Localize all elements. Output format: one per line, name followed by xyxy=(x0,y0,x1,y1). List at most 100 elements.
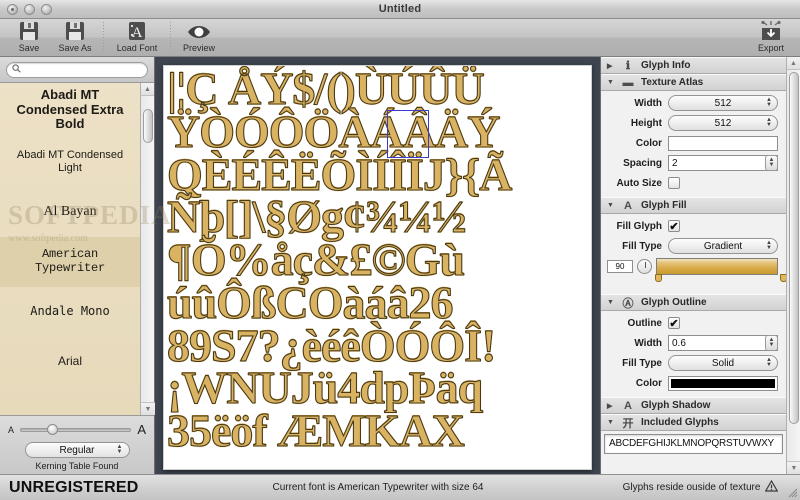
chevron-updown-icon: ▲ ▼ xyxy=(116,444,123,455)
font-list-item[interactable]: Abadi MT Condensed Extra Bold xyxy=(0,83,140,137)
gradient-stop[interactable] xyxy=(655,274,662,282)
scrollbar-thumb[interactable] xyxy=(789,72,799,424)
chevron-right-icon[interactable]: ▶ xyxy=(607,402,615,410)
atlas-width-popup[interactable]: 512 ▲ ▼ xyxy=(668,95,778,111)
section-title: Included Glyphs xyxy=(641,417,719,428)
registration-status: UNREGISTERED xyxy=(9,478,139,496)
chevron-updown-icon: ▲ ▼ xyxy=(766,97,772,108)
export-button[interactable]: Export xyxy=(748,20,794,53)
close-button[interactable] xyxy=(7,3,18,15)
chevron-down-icon[interactable]: ▼ xyxy=(607,202,615,209)
glyph-canvas[interactable]: |¦Ç ÅÝ$/()ÙÚÛÜ ŸÒÓÔÖÀÁÂÄÝ QÈÉÊËÕÌÍÎÏJ}{Ã… xyxy=(155,57,601,474)
chevron-down-icon[interactable]: ▼ xyxy=(607,79,615,86)
chevron-right-icon[interactable]: ▶ xyxy=(607,62,615,70)
resize-grip[interactable] xyxy=(786,486,798,498)
sidebar-controls: A A Regular ▲ ▼ Kerning Table Found xyxy=(0,416,154,474)
gradient-angle-dial[interactable] xyxy=(637,259,652,274)
chevron-down-icon[interactable]: ▼ xyxy=(607,419,615,426)
search-input[interactable] xyxy=(24,64,142,75)
section-header-included-glyphs[interactable]: ▼ 开 Included Glyphs xyxy=(601,414,786,431)
glyph-selection-box[interactable] xyxy=(387,110,429,158)
letter-a-icon: A xyxy=(624,199,632,212)
load-font-button[interactable]: A Load Font xyxy=(109,20,165,53)
section-header-texture-atlas[interactable]: ▼ ▬ Texture Atlas xyxy=(601,74,786,91)
fill-type-popup[interactable]: Gradient ▲ ▼ xyxy=(668,238,778,254)
section-title: Glyph Shadow xyxy=(641,400,711,411)
stepper-buttons[interactable]: ▲ ▼ xyxy=(765,155,778,171)
glyph-row: Ñþ[]\§Øgȼ¾¼½ xyxy=(166,191,467,243)
glyph-row: 35ëöf ÆMKAX xyxy=(166,405,465,457)
atlas-height-popup[interactable]: 512 ▲ ▼ xyxy=(668,115,778,131)
zoom-button[interactable] xyxy=(41,3,52,15)
inspector-panel: ▶ ℹ Glyph Info ▼ ▬ Texture Atlas Width 5… xyxy=(8,57,800,474)
stepper-buttons[interactable]: ▲ ▼ xyxy=(765,335,778,351)
app-window: Untitled Save Save As A Load Font Previe… xyxy=(0,0,800,500)
search-field[interactable] xyxy=(6,61,148,78)
save-button[interactable]: Save xyxy=(6,20,52,53)
outline-color-swatch[interactable] xyxy=(668,375,778,391)
gradient-angle-field[interactable]: 90 xyxy=(607,260,633,273)
load-font-label: Load Font xyxy=(116,43,158,53)
section-header-glyph-shadow[interactable]: ▶ A Glyph Shadow xyxy=(601,397,786,414)
outline-checkbox[interactable]: ✔ xyxy=(668,317,680,330)
kai-char-icon: 开 xyxy=(622,417,634,430)
outline-width-field[interactable]: 0.6 ▲ ▼ xyxy=(668,335,778,351)
section-title: Glyph Fill xyxy=(641,200,687,211)
floppy-disk-icon xyxy=(64,20,86,42)
outline-width-label: Width xyxy=(634,337,662,349)
floppy-disk-icon xyxy=(18,20,40,42)
font-list-item[interactable]: Abadi MT Condensed Light xyxy=(0,137,140,187)
section-title: Glyph Outline xyxy=(641,297,707,308)
preview-button[interactable]: Preview xyxy=(176,20,222,53)
small-a-label: A xyxy=(8,424,15,435)
font-list-item[interactable]: Al Bayan xyxy=(0,187,140,237)
inspector-scrollbar[interactable]: ▲ ▼ xyxy=(786,57,800,474)
letter-a-outline-icon: Ⓐ xyxy=(622,297,634,310)
atlas-color-label: Color xyxy=(635,137,662,149)
atlas-color-row: Color xyxy=(607,135,778,151)
outline-filltype-popup[interactable]: Solid ▲ ▼ xyxy=(668,355,778,371)
outline-filltype-value: Solid xyxy=(711,357,735,369)
slider-knob[interactable] xyxy=(46,424,58,435)
letter-a-shadow-icon: A xyxy=(624,399,632,412)
scroll-down-arrow[interactable]: ▼ xyxy=(141,402,155,415)
export-label: Export xyxy=(757,43,784,53)
included-glyphs-field[interactable]: ABCDEFGHIJKLMNOPQRSTUVWXY xyxy=(604,434,783,454)
texture-atlas-preview[interactable]: |¦Ç ÅÝ$/()ÙÚÛÜ ŸÒÓÔÖÀÁÂÄÝ QÈÉÊËÕÌÍÎÏJ}{Ã… xyxy=(163,65,592,470)
gradient-bar[interactable] xyxy=(656,258,778,275)
atlas-spacing-field[interactable]: 2 ▲ ▼ xyxy=(668,155,778,171)
glyph-row: |¦Ç ÅÝ$/()ÙÚÛÜ xyxy=(166,65,485,114)
font-style-popup[interactable]: Regular ▲ ▼ xyxy=(24,442,130,458)
section-body-texture-atlas: Width 512 ▲ ▼ Height 512 ▲ ▼ Color Spaci… xyxy=(601,91,786,197)
scroll-up-arrow[interactable]: ▲ xyxy=(141,83,154,96)
font-list-scrollbar[interactable]: ▲ ▼ xyxy=(140,83,155,415)
font-list-item[interactable]: Andale Mono xyxy=(0,287,140,337)
outline-width-value: 0.6 xyxy=(672,337,686,349)
fill-glyph-checkbox[interactable]: ✔ xyxy=(668,220,680,233)
chevron-down-icon[interactable]: ▼ xyxy=(607,299,615,306)
scrollbar-thumb[interactable] xyxy=(143,109,153,143)
font-list-item-selected[interactable]: American Typewriter xyxy=(0,237,140,287)
atlas-autosize-checkbox[interactable] xyxy=(668,177,680,189)
section-header-glyph-outline[interactable]: ▼ Ⓐ Glyph Outline xyxy=(601,294,786,311)
section-header-glyph-fill[interactable]: ▼ A Glyph Fill xyxy=(601,197,786,214)
outline-row: Outline ✔ xyxy=(607,315,778,331)
section-body-glyph-fill: Fill Glyph ✔ Fill Type Gradient ▲ ▼ 90 xyxy=(601,214,786,294)
outline-label: Outline xyxy=(627,317,662,329)
search-icon xyxy=(12,63,21,76)
atlas-height-value: 512 xyxy=(714,117,732,129)
texture-icon: ▬ xyxy=(622,76,634,89)
scroll-up-arrow[interactable]: ▲ xyxy=(787,57,800,70)
preview-label: Preview xyxy=(182,43,215,53)
section-header-glyph-info[interactable]: ▶ ℹ Glyph Info xyxy=(601,57,786,74)
minimize-button[interactable] xyxy=(24,3,35,15)
chevron-updown-icon: ▲ ▼ xyxy=(766,357,772,368)
font-list[interactable]: Abadi MT Condensed Extra Bold Abadi MT C… xyxy=(0,83,155,416)
window-title: Untitled xyxy=(378,3,422,15)
scroll-down-arrow[interactable]: ▼ xyxy=(787,461,800,474)
save-as-button[interactable]: Save As xyxy=(52,20,98,53)
atlas-color-swatch[interactable] xyxy=(668,135,778,151)
font-size-slider[interactable] xyxy=(20,424,132,436)
glyph-row: úûÔßCOàáâ26 xyxy=(166,276,454,328)
font-list-item[interactable]: Arial xyxy=(0,337,140,387)
